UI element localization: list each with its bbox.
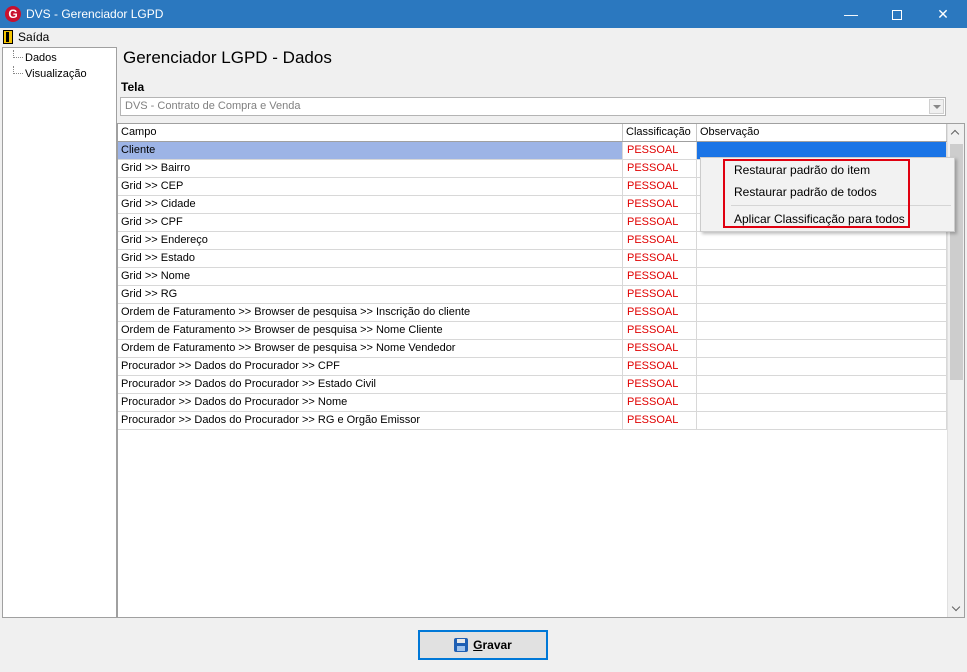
cell-campo[interactable]: Procurador >> Dados do Procurador >> CPF (118, 358, 623, 375)
table-row[interactable]: Grid >> Endereço PESSOAL (118, 232, 947, 250)
cell-observacao[interactable] (697, 286, 947, 303)
table-row[interactable]: Procurador >> Dados do Procurador >> CPF… (118, 358, 947, 376)
save-button-mnemonic: G (473, 638, 483, 652)
cell-classificacao[interactable]: PESSOAL (623, 286, 697, 303)
cell-campo[interactable]: Ordem de Faturamento >> Browser de pesqu… (118, 322, 623, 339)
tree-item-visualizacao[interactable]: Visualização (3, 66, 87, 82)
cell-classificacao[interactable]: PESSOAL (623, 394, 697, 411)
cell-classificacao[interactable]: PESSOAL (623, 322, 697, 339)
chevron-down-icon[interactable] (929, 99, 944, 114)
column-header-classificacao[interactable]: Classificação (623, 124, 697, 141)
cell-classificacao[interactable]: PESSOAL (623, 304, 697, 321)
tree-branch-line (13, 50, 23, 58)
cell-campo[interactable]: Grid >> CEP (118, 178, 623, 195)
cell-campo[interactable]: Procurador >> Dados do Procurador >> Nom… (118, 394, 623, 411)
cell-campo[interactable]: Grid >> Endereço (118, 232, 623, 249)
cell-campo[interactable]: Grid >> RG (118, 286, 623, 303)
scroll-up-icon[interactable] (948, 124, 965, 141)
cell-classificacao[interactable]: PESSOAL (623, 376, 697, 393)
menu-exit-label: Saída (18, 30, 50, 44)
floppy-disk-icon (454, 638, 469, 652)
cell-observacao[interactable] (697, 250, 947, 267)
tree-branch-line (13, 66, 23, 74)
cell-classificacao[interactable]: PESSOAL (623, 232, 697, 249)
table-row[interactable]: Grid >> RG PESSOAL (118, 286, 947, 304)
cell-observacao[interactable] (697, 304, 947, 321)
menu-bar: Saída (0, 28, 967, 46)
table-row[interactable]: Ordem de Faturamento >> Browser de pesqu… (118, 304, 947, 322)
tela-label: Tela (121, 80, 145, 94)
tree-item-label: Visualização (25, 68, 87, 80)
cell-observacao[interactable] (697, 394, 947, 411)
cell-campo[interactable]: Procurador >> Dados do Procurador >> Est… (118, 376, 623, 393)
table-row[interactable]: Grid >> Nome PESSOAL (118, 268, 947, 286)
grid-header: Campo Classificação Observação (118, 124, 947, 142)
tree-item-label: Dados (25, 52, 57, 64)
cell-classificacao[interactable]: PESSOAL (623, 142, 697, 159)
table-row[interactable]: Procurador >> Dados do Procurador >> Nom… (118, 394, 947, 412)
scroll-down-icon[interactable] (948, 600, 965, 617)
cell-campo[interactable]: Grid >> Estado (118, 250, 623, 267)
cell-observacao[interactable] (697, 268, 947, 285)
navigation-tree: Dados Visualização (2, 47, 117, 618)
table-row[interactable]: Ordem de Faturamento >> Browser de pesqu… (118, 322, 947, 340)
column-header-campo[interactable]: Campo (118, 124, 623, 141)
cell-campo[interactable]: Ordem de Faturamento >> Browser de pesqu… (118, 304, 623, 321)
tela-select-value: DVS - Contrato de Compra e Venda (125, 100, 301, 112)
app-logo-icon: G (5, 6, 21, 22)
close-button[interactable]: ✕ (920, 0, 966, 28)
cell-observacao[interactable] (697, 376, 947, 393)
cell-classificacao[interactable]: PESSOAL (623, 358, 697, 375)
cell-campo[interactable]: Grid >> Bairro (118, 160, 623, 177)
exit-door-icon (3, 30, 13, 44)
title-bar: G DVS - Gerenciador LGPD — ✕ (0, 0, 967, 28)
cell-classificacao[interactable]: PESSOAL (623, 214, 697, 231)
table-row[interactable]: Procurador >> Dados do Procurador >> Est… (118, 376, 947, 394)
tree-item-dados[interactable]: Dados (3, 50, 57, 66)
cell-classificacao[interactable]: PESSOAL (623, 178, 697, 195)
cell-observacao[interactable] (697, 340, 947, 357)
cell-classificacao[interactable]: PESSOAL (623, 160, 697, 177)
maximize-button[interactable] (874, 0, 920, 28)
cell-campo[interactable]: Grid >> Cidade (118, 196, 623, 213)
menu-exit[interactable]: Saída (3, 29, 49, 45)
cell-classificacao[interactable]: PESSOAL (623, 268, 697, 285)
cell-campo[interactable]: Procurador >> Dados do Procurador >> RG … (118, 412, 623, 429)
cell-classificacao[interactable]: PESSOAL (623, 250, 697, 267)
cell-classificacao[interactable]: PESSOAL (623, 340, 697, 357)
minimize-button[interactable]: — (828, 0, 874, 28)
cell-campo[interactable]: Ordem de Faturamento >> Browser de pesqu… (118, 340, 623, 357)
cell-classificacao[interactable]: PESSOAL (623, 196, 697, 213)
table-row[interactable]: Grid >> Estado PESSOAL (118, 250, 947, 268)
table-row[interactable]: Ordem de Faturamento >> Browser de pesqu… (118, 340, 947, 358)
page-title: Gerenciador LGPD - Dados (123, 48, 332, 67)
cell-observacao[interactable] (697, 358, 947, 375)
maximize-icon (892, 10, 902, 21)
table-row[interactable]: Procurador >> Dados do Procurador >> RG … (118, 412, 947, 430)
save-button[interactable]: Gravar (418, 630, 548, 660)
cell-observacao[interactable] (697, 232, 947, 249)
annotation-highlight-box (723, 159, 910, 228)
cell-observacao[interactable] (697, 322, 947, 339)
cell-classificacao[interactable]: PESSOAL (623, 412, 697, 429)
save-button-label: ravar (482, 638, 512, 652)
cell-observacao[interactable] (697, 412, 947, 429)
cell-campo[interactable]: Grid >> Nome (118, 268, 623, 285)
tela-select[interactable]: DVS - Contrato de Compra e Venda (120, 97, 946, 116)
column-header-observacao[interactable]: Observação (697, 124, 947, 141)
cell-campo[interactable]: Grid >> CPF (118, 214, 623, 231)
cell-campo[interactable]: Cliente (118, 142, 623, 159)
window-title: DVS - Gerenciador LGPD (26, 7, 164, 21)
